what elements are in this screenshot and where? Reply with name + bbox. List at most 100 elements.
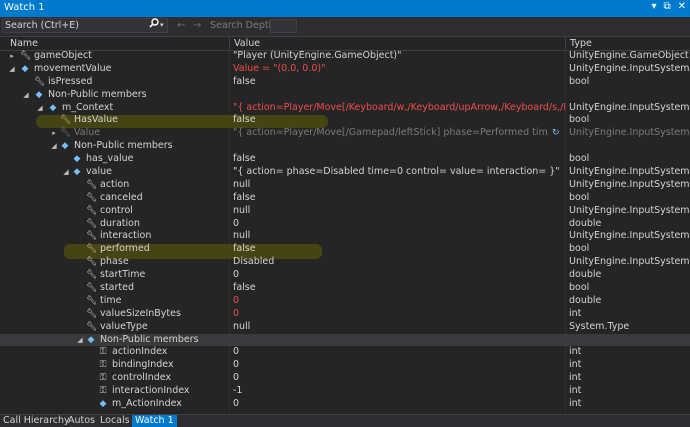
table-row[interactable]: 🔧︎ valueSizeInBytes 0 int — [0, 308, 690, 321]
row-value[interactable]: 0 — [233, 359, 565, 372]
close-icon[interactable]: ✕ — [678, 1, 686, 12]
wrench-icon: 🔧︎ — [20, 51, 32, 61]
collapse-icon[interactable]: ◢ — [76, 334, 84, 347]
column-value[interactable]: Value — [234, 38, 260, 49]
pin-icon[interactable]: ⧉ — [663, 1, 670, 12]
row-value[interactable]: "Player (UnityEngine.GameObject)" — [233, 50, 565, 63]
row-value[interactable]: false — [233, 243, 565, 256]
row-value[interactable]: null — [233, 321, 565, 334]
row-name: movementValue — [34, 62, 112, 74]
tab-locals[interactable]: Locals — [100, 415, 130, 427]
window-titlebar: Watch 1 ▾ ⧉ ✕ — [0, 0, 690, 17]
expand-icon[interactable]: ▸ — [50, 127, 58, 140]
table-row[interactable]: 🔧︎ performed false bool — [0, 243, 690, 256]
table-row[interactable]: ◢ ◆ m_Context "{ action=Player/Move[/Key… — [0, 102, 690, 115]
row-value[interactable]: null — [233, 230, 565, 243]
table-row[interactable]: ⚿ bindingIndex 0 int — [0, 359, 690, 372]
collapse-icon[interactable]: ◢ — [36, 102, 44, 115]
wrench-icon: 🔧︎ — [60, 128, 72, 139]
collapse-icon[interactable]: ◢ — [8, 63, 16, 76]
wrench-icon: 🔧︎ — [86, 179, 98, 190]
table-row[interactable]: ◆ m_ActionIndex 0 int — [0, 398, 690, 411]
table-row[interactable]: 🔧︎ action null UnityEngine.InputSystem..… — [0, 179, 690, 192]
window-title: Watch 1 — [4, 2, 45, 13]
private-field-icon: ⚿ — [99, 373, 107, 384]
row-type: bool — [569, 114, 590, 126]
row-value[interactable]: 0 — [233, 346, 565, 359]
search-dropdown-icon[interactable]: ▾ — [160, 18, 164, 33]
back-arrow-icon[interactable]: ← — [177, 18, 185, 33]
tab-call-hierarchy[interactable]: Call Hierarchy — [3, 415, 70, 427]
row-value[interactable]: false — [233, 114, 565, 127]
row-value[interactable]: 0 — [233, 269, 565, 282]
dropdown-icon[interactable]: ▾ — [651, 1, 656, 12]
wrench-icon: 🔧︎ — [86, 244, 98, 255]
row-name: performed — [100, 243, 150, 255]
row-value[interactable]: "{ action= phase=Disabled time=0 control… — [233, 166, 565, 179]
column-name[interactable]: Name — [10, 38, 38, 49]
search-depth-select[interactable] — [270, 19, 297, 33]
row-name: actionIndex — [112, 346, 168, 358]
tab-watch-1[interactable]: Watch 1 — [132, 415, 177, 427]
row-value[interactable]: false — [233, 76, 565, 89]
row-value[interactable]: null — [233, 205, 565, 218]
collapse-icon[interactable]: ◢ — [50, 140, 58, 153]
row-value[interactable]: 0 — [233, 218, 565, 231]
collapse-icon[interactable]: ◢ — [62, 166, 70, 179]
table-row[interactable]: 🔧︎ phase Disabled UnityEngine.InputSyste… — [0, 256, 690, 269]
table-row[interactable]: ◢ ◆ Non-Public members — [0, 333, 690, 347]
row-value[interactable]: false — [233, 153, 565, 166]
table-row[interactable]: 🔧︎ isPressed false bool — [0, 76, 690, 89]
expand-icon[interactable]: ▸ — [8, 50, 16, 63]
table-row[interactable]: ▸ 🔧︎ Value "{ action=Player/Move[/Gamepa… — [0, 127, 690, 140]
row-value[interactable]: false — [233, 192, 565, 205]
table-row[interactable]: ▸ 🔧︎ gameObject "Player (UnityEngine.Gam… — [0, 50, 690, 63]
refresh-icon[interactable]: ↻ — [552, 127, 560, 140]
table-row[interactable]: ⚿ actionIndex 0 int — [0, 346, 690, 359]
table-row[interactable]: 🔧︎ HasValue false bool — [0, 114, 690, 127]
search-box[interactable]: ▾ — [2, 18, 168, 33]
search-input[interactable] — [5, 19, 145, 32]
tab-autos[interactable]: Autos — [68, 415, 95, 427]
row-name: m_Context — [62, 101, 114, 113]
collapse-icon[interactable]: ◢ — [22, 89, 30, 102]
wrench-icon: 🔧︎ — [60, 115, 72, 126]
wrench-icon: 🔧︎ — [86, 231, 98, 242]
row-value[interactable]: "{ action=Player/Move[/Keyboard/w,/Keybo… — [233, 102, 565, 115]
column-divider[interactable] — [565, 37, 566, 50]
table-row[interactable]: 🔧︎ control null UnityEngine.InputSystem.… — [0, 205, 690, 218]
row-value[interactable]: Disabled — [233, 256, 565, 269]
wrench-icon: 🔧︎ — [86, 205, 98, 216]
row-value[interactable]: Value = "(0.0, 0.0)" — [233, 63, 565, 76]
table-row[interactable]: 🔧︎ duration 0 double — [0, 218, 690, 231]
members-icon: ◆ — [61, 141, 69, 152]
table-row[interactable]: 🔧︎ interaction null UnityEngine.InputSys… — [0, 230, 690, 243]
column-type[interactable]: Type — [570, 38, 592, 49]
table-row[interactable]: ⚿ controlIndex 0 int — [0, 372, 690, 385]
field-icon: ◆ — [99, 399, 107, 410]
row-value[interactable]: 0 — [233, 398, 565, 411]
table-row[interactable]: ◢ ◆ movementValue Value = "(0.0, 0.0)" U… — [0, 63, 690, 76]
row-value[interactable]: 0 — [233, 372, 565, 385]
table-row[interactable]: ◢ ◆ Non-Public members — [0, 140, 690, 153]
row-value[interactable]: 0 — [233, 295, 565, 308]
wrench-icon: 🔧︎ — [86, 192, 98, 203]
table-row[interactable]: 🔧︎ valueType null System.Type — [0, 321, 690, 334]
table-row[interactable]: 🔧︎ started false bool — [0, 282, 690, 295]
forward-arrow-icon[interactable]: → — [193, 18, 201, 33]
table-row[interactable]: ◢ ◆ value "{ action= phase=Disabled time… — [0, 166, 690, 179]
table-row[interactable]: 🔧︎ canceled false bool — [0, 192, 690, 205]
row-value[interactable]: null — [233, 179, 565, 192]
search-icon[interactable] — [149, 18, 159, 33]
row-type: UnityEngine.InputSystem... — [569, 62, 690, 74]
row-value[interactable]: false — [233, 282, 565, 295]
table-row[interactable]: ⚿ interactionIndex -1 int — [0, 385, 690, 398]
table-row[interactable]: 🔧︎ time 0 double — [0, 295, 690, 308]
table-row[interactable]: ◆ has_value false bool — [0, 153, 690, 166]
row-value[interactable]: 0 — [233, 308, 565, 321]
table-row[interactable]: 🔧︎ startTime 0 double — [0, 269, 690, 282]
table-row[interactable]: ◢ ◆ Non-Public members — [0, 89, 690, 102]
row-value[interactable]: "{ action=Player/Move[/Gamepad/leftStick… — [233, 127, 548, 140]
column-divider[interactable] — [229, 37, 230, 50]
row-value[interactable]: -1 — [233, 385, 565, 398]
